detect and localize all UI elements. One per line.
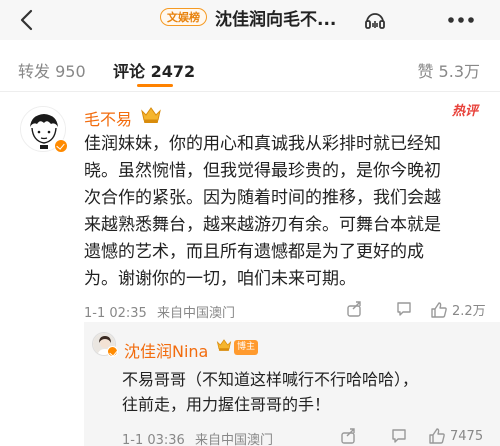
author-badge: 博主 xyxy=(234,340,259,355)
comment-avatar-wrap[interactable] xyxy=(20,106,68,153)
comment-meta: 1-1 02:35 来自中国澳门 xyxy=(84,302,235,321)
reply-share-button[interactable] xyxy=(340,427,358,445)
tab-comment[interactable]: 评论 2472 xyxy=(113,58,195,82)
reply-comment-button[interactable] xyxy=(390,427,408,445)
comment-icon xyxy=(392,429,406,443)
comment-location: 来自中国澳门 xyxy=(156,306,235,321)
tab-like-label: 赞 xyxy=(417,62,434,81)
comment-line: 佳润妹妹，你的用心和真诚我从彩排时就已经知 xyxy=(84,134,441,154)
verified-icon xyxy=(54,139,68,153)
top-nav-bar: 文娱榜 沈佳润向毛不... xyxy=(0,0,500,40)
nav-title-row[interactable]: 文娱榜 沈佳润向毛不... xyxy=(160,3,336,31)
comment-icon xyxy=(397,302,411,316)
share-button[interactable] xyxy=(346,300,364,318)
comment-line: 遗憾的艺术，而且所有遗憾都是为了更好的成 xyxy=(84,242,424,262)
reply-crown-icon xyxy=(216,339,232,351)
back-button[interactable] xyxy=(10,5,42,35)
tab-like[interactable]: 赞 5.3万 xyxy=(417,58,480,82)
share-icon xyxy=(347,301,361,317)
music-button[interactable] xyxy=(362,6,388,34)
comment-text: 佳润妹妹，你的用心和真诚我从彩排时就已经知 晓。虽然惋惜，但我觉得最珍贵的，是你… xyxy=(84,131,484,293)
reply-location: 来自中国澳门 xyxy=(194,433,273,446)
active-tab-indicator xyxy=(137,84,173,87)
back-arrow-icon xyxy=(20,9,33,31)
reply-meta: 1-1 03:36 来自中国澳门 xyxy=(122,429,273,446)
crown-icon xyxy=(141,107,161,123)
reply-like-count: 7475 xyxy=(450,428,484,444)
reply-button[interactable] xyxy=(395,300,413,318)
hot-comment-badge: 热评 xyxy=(452,104,479,119)
like-button[interactable]: 2.2万 xyxy=(430,300,486,319)
tab-comment-label: 评论 xyxy=(113,62,146,81)
comment-line: 来越熟悉舞台，越来越游刃有余。可舞台本就是 xyxy=(84,215,441,235)
like-icon xyxy=(429,428,445,444)
reply-line: 往前走，用力握住哥哥的手！ xyxy=(122,395,331,414)
tab-repost-count: 950 xyxy=(55,62,86,81)
page-title: 沈佳润向毛不... xyxy=(215,9,337,30)
reply-time: 1-1 03:36 xyxy=(122,433,185,446)
topic-badge[interactable]: 文娱榜 xyxy=(160,8,207,26)
reply-avatar-wrap[interactable] xyxy=(92,332,118,357)
tab-repost-label: 转发 xyxy=(18,62,51,81)
more-icon xyxy=(448,17,474,23)
tab-comment-count: 2472 xyxy=(150,62,196,81)
reply-username[interactable]: 沈佳润Nina xyxy=(124,338,208,362)
comment-time: 1-1 02:35 xyxy=(84,306,147,321)
comment-line: 晓。虽然惋惜，但我觉得最珍贵的，是你今晚初 xyxy=(84,161,441,181)
more-button[interactable] xyxy=(440,5,482,35)
tab-repost[interactable]: 转发 950 xyxy=(18,58,86,82)
tab-bar: 转发 950 评论 2472 赞 5.3万 xyxy=(0,42,500,92)
reply-text: 不易哥哥（不知道这样喊行不行哈哈哈）， 往前走，用力握住哥哥的手！ xyxy=(122,367,482,417)
tab-like-count: 5.3万 xyxy=(438,62,480,81)
share-icon xyxy=(341,428,355,444)
reply-verified-icon xyxy=(107,346,118,357)
comment-like-count: 2.2万 xyxy=(452,304,486,319)
reply-line: 不易哥哥（不知道这样喊行不行哈哈哈）， xyxy=(122,370,419,389)
comment-line: 为。谢谢你的一切，咱们未来可期。 xyxy=(84,269,356,289)
comment-username[interactable]: 毛不易 xyxy=(84,106,132,130)
like-icon xyxy=(431,301,447,318)
comment-line: 次合作的紧张。因为随着时间的推移，我们会越 xyxy=(84,188,441,208)
reply-like-button[interactable]: 7475 xyxy=(428,427,483,445)
music-icon xyxy=(365,13,385,29)
